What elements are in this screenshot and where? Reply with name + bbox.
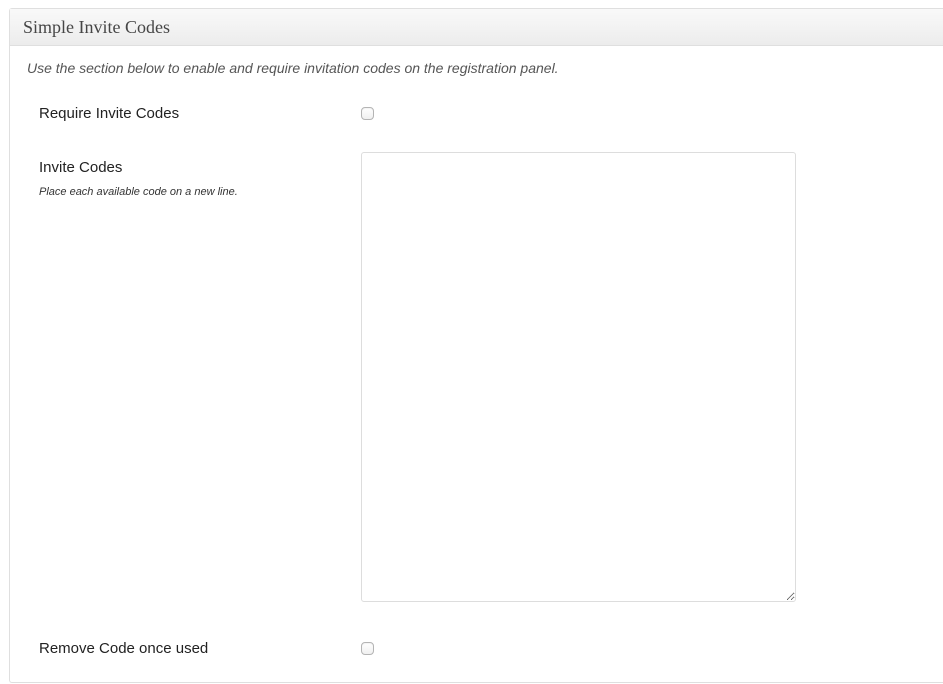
require-invite-codes-label: Require Invite Codes [39, 105, 180, 122]
settings-panel: Simple Invite Codes Use the section belo… [9, 8, 943, 683]
invite-codes-label: Invite Codes [39, 159, 123, 176]
invite-codes-help-text: Place each available code on a new line. [39, 186, 238, 198]
panel-title: Simple Invite Codes [23, 16, 170, 37]
remove-code-label: Remove Code once used [39, 640, 209, 657]
panel-description: Use the section below to enable and requ… [27, 60, 559, 76]
require-invite-codes-checkbox[interactable] [361, 107, 374, 120]
panel-header: Simple Invite Codes [10, 9, 943, 46]
remove-code-checkbox[interactable] [361, 642, 374, 655]
invite-codes-textarea[interactable] [361, 152, 796, 602]
